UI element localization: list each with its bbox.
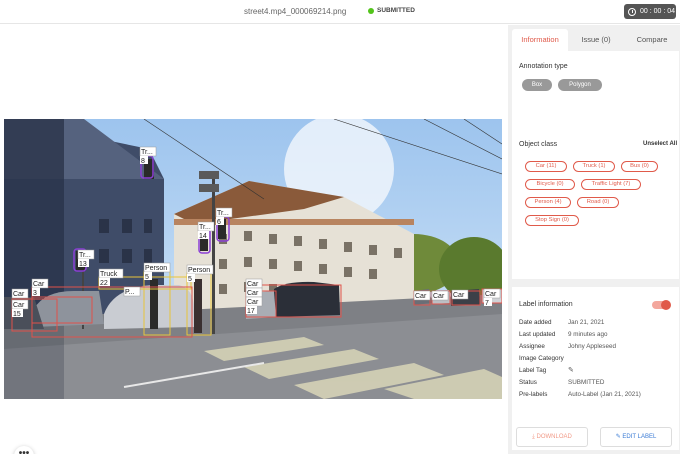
panel-tabs: Information Issue (0) Compare bbox=[512, 29, 680, 51]
last-updated-value: 9 minutes ago bbox=[568, 331, 608, 338]
class-bicycle[interactable]: Bicycle (0) bbox=[525, 179, 575, 190]
timer-value: 00 : 00 : 04 bbox=[640, 8, 676, 15]
date-added-value: Jan 21, 2021 bbox=[568, 319, 605, 326]
label-id: 22 bbox=[100, 280, 108, 287]
label-id: 15 bbox=[13, 311, 21, 318]
status-badge: SUBMITTED bbox=[368, 7, 415, 14]
status-value: SUBMITTED bbox=[568, 379, 605, 386]
street-image[interactable]: Tr... 8 Tr... 6 Tr... 14 Tr... 13 Truck … bbox=[4, 119, 502, 399]
label-car: Car bbox=[485, 291, 497, 298]
tab-compare[interactable]: Compare bbox=[624, 29, 680, 51]
unselect-all-button[interactable]: Unselect All bbox=[643, 141, 677, 147]
assignee-value: Johny Appleseed bbox=[568, 343, 616, 350]
label-id: 7 bbox=[485, 300, 489, 307]
label-car: Car bbox=[415, 293, 427, 300]
annotation-type-title: Annotation type bbox=[519, 63, 568, 70]
label-car: Car bbox=[247, 299, 259, 306]
top-bar: street4.mp4_000069214.png SUBMITTED 00 :… bbox=[0, 0, 680, 24]
label-id: 17 bbox=[247, 308, 255, 315]
label-car: Car bbox=[247, 281, 259, 288]
timer: 00 : 00 : 04 bbox=[624, 4, 676, 19]
label-traffic-light: Tr... bbox=[141, 149, 153, 156]
date-added-label: Date added bbox=[519, 319, 552, 326]
tab-issue[interactable]: Issue (0) bbox=[568, 29, 624, 51]
status-dot-icon bbox=[368, 7, 374, 14]
status-label: Status bbox=[519, 379, 537, 386]
assignee-label: Assignee bbox=[519, 343, 545, 350]
label-person: Person bbox=[188, 267, 210, 274]
label-information-title: Label information bbox=[519, 301, 573, 308]
label-car: Car bbox=[33, 281, 45, 288]
pencil-icon[interactable]: ✎ bbox=[568, 366, 574, 374]
class-truck[interactable]: Truck (1) bbox=[573, 161, 615, 172]
annotation-settings-card: Annotation type Box Polygon Object class… bbox=[512, 51, 679, 279]
label-tag-label: Label Tag bbox=[519, 367, 547, 374]
label-car: Car bbox=[13, 291, 25, 298]
clock-icon bbox=[628, 7, 636, 16]
edit-label: EDIT LABEL bbox=[622, 434, 657, 440]
label-car: Car bbox=[453, 292, 465, 299]
class-road[interactable]: Road (0) bbox=[577, 197, 619, 208]
label-person: P... bbox=[125, 289, 135, 296]
pre-labels-label: Pre-labels bbox=[519, 391, 548, 398]
label-traffic-light: Tr... bbox=[217, 210, 229, 217]
object-class-title: Object class bbox=[519, 141, 558, 148]
label-information-card: Label information Date added Jan 21, 202… bbox=[512, 287, 679, 450]
info-panel: Information Issue (0) Compare Annotation… bbox=[508, 25, 680, 454]
edit-label-button[interactable]: ✎ EDIT LABEL bbox=[600, 427, 672, 447]
label-id: 13 bbox=[79, 261, 87, 268]
label-info-toggle[interactable] bbox=[652, 300, 671, 310]
label-car: Car bbox=[247, 290, 259, 297]
label-id: 8 bbox=[141, 158, 145, 165]
download-button[interactable]: ⤓ DOWNLOAD bbox=[516, 427, 588, 447]
label-id: 5 bbox=[145, 274, 149, 281]
tab-information[interactable]: Information bbox=[512, 29, 568, 51]
label-traffic-light: Tr... bbox=[79, 252, 91, 259]
image-category-label: Image Category bbox=[519, 355, 564, 362]
annotation-type-polygon[interactable]: Polygon bbox=[558, 79, 602, 91]
file-name: street4.mp4_000069214.png bbox=[244, 7, 347, 16]
label-id: 3 bbox=[33, 290, 37, 297]
label-truck: Truck bbox=[100, 271, 118, 278]
class-car[interactable]: Car (11) bbox=[525, 161, 567, 172]
label-car: Car bbox=[13, 302, 25, 309]
label-id: 14 bbox=[199, 233, 207, 240]
label-car: Car bbox=[433, 293, 445, 300]
class-person[interactable]: Person (4) bbox=[525, 197, 571, 208]
class-bus[interactable]: Bus (0) bbox=[621, 161, 658, 172]
last-updated-label: Last updated bbox=[519, 331, 556, 338]
class-traffic-light[interactable]: Traffic Light (7) bbox=[581, 179, 641, 190]
label-id: 5 bbox=[188, 276, 192, 283]
pre-labels-value: Auto-Label (Jan 21, 2021) bbox=[568, 391, 641, 398]
label-traffic-light: Tr... bbox=[199, 224, 211, 231]
status-text: SUBMITTED bbox=[377, 7, 415, 14]
label-person: Person bbox=[145, 265, 167, 272]
more-options-button[interactable]: ••• bbox=[14, 446, 34, 454]
download-label: DOWNLOAD bbox=[536, 434, 572, 440]
annotation-canvas[interactable]: Tr... 8 Tr... 6 Tr... 14 Tr... 13 Truck … bbox=[0, 25, 508, 454]
class-stop-sign[interactable]: Stop Sign (0) bbox=[525, 215, 579, 226]
annotation-type-box[interactable]: Box bbox=[522, 79, 552, 91]
label-id: 6 bbox=[217, 219, 221, 226]
